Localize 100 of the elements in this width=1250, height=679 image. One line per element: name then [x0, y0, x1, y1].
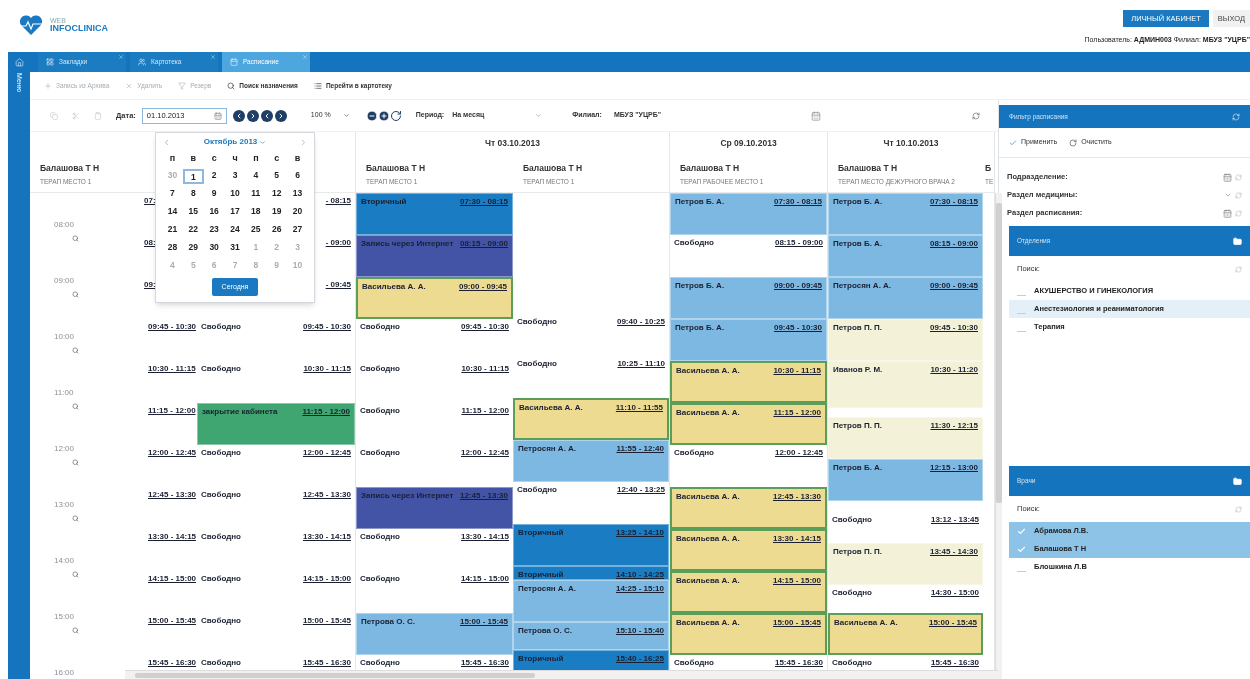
calendar-day[interactable]: 2	[203, 168, 225, 184]
calendar-day[interactable]: 13	[287, 186, 308, 202]
slot-time[interactable]: 09:45 - 10:30	[460, 322, 509, 332]
slot-time[interactable]: 07:30 - 08:15	[773, 197, 822, 207]
slot-time[interactable]: 08:15 - 09:00	[774, 238, 823, 248]
calendar-day[interactable]: 17	[224, 204, 246, 220]
slot-time[interactable]: 07:30 - 08:15	[459, 197, 508, 207]
appointment-block[interactable]: Васильева А. А. 13:30 - 14:15	[670, 529, 827, 571]
checkbox[interactable]	[1017, 544, 1026, 554]
slot-time[interactable]: 09:45 - 10:30	[929, 323, 978, 333]
calendar-day[interactable]: 6	[287, 168, 308, 184]
appointment-block[interactable]: Петров Б. А. 12:15 - 13:00	[828, 459, 983, 501]
slot-time[interactable]: 11:55 - 12:40	[616, 444, 664, 455]
slot-time[interactable]: 15:45 - 16:30	[930, 657, 979, 668]
appointment-block[interactable]: Васильева А. А. 10:30 - 11:15	[670, 361, 827, 403]
appointment-block[interactable]: Васильева А. А. 12:45 - 13:30	[670, 487, 827, 529]
slot-time[interactable]: 14:15 - 15:00	[460, 574, 509, 584]
slot-time[interactable]: 13:25 - 14:10	[615, 528, 664, 539]
slot-time[interactable]: 13:12 - 13:45	[930, 515, 979, 526]
slot-time[interactable]: 09:00 - 09:45	[773, 281, 822, 291]
calendar-day[interactable]: 30	[203, 240, 225, 256]
slot-time[interactable]: 11:10 - 11:55	[615, 403, 663, 414]
slot-time[interactable]: 11:15 - 12:00	[302, 407, 350, 417]
calendar-day[interactable]: 10	[224, 186, 246, 202]
slot-time[interactable]: 14:15 - 15:00	[148, 574, 197, 584]
slot-time[interactable]: - 08:15	[325, 196, 351, 235]
slot-time[interactable]: 10:30 - 11:15	[773, 366, 821, 376]
calendar-day[interactable]: 28	[162, 240, 183, 256]
calendar-day[interactable]: 26	[266, 222, 288, 238]
calendar-day[interactable]: 21	[162, 222, 183, 238]
slot-time[interactable]: 15:40 - 16:25	[615, 654, 664, 665]
calendar-day[interactable]: 20	[287, 204, 308, 220]
slot-time[interactable]: 10:30 - 11:20	[930, 365, 978, 375]
calendar-day[interactable]: 3	[224, 168, 246, 184]
slot-time[interactable]: 09:00 - 09:45	[458, 282, 507, 292]
slot-time[interactable]: 10:30 - 11:15	[461, 364, 509, 374]
slot-time[interactable]: 12:45 - 13:30	[148, 490, 197, 500]
slot-time[interactable]: 10:25 - 11:10	[617, 359, 665, 370]
slot-time[interactable]: 12:15 - 13:00	[929, 463, 978, 473]
search-icon[interactable]	[72, 347, 79, 354]
slot-time[interactable]: 09:40 - 10:25	[616, 317, 665, 328]
slot-time[interactable]: 12:40 - 13:25	[616, 485, 665, 496]
calendar-day[interactable]: 14	[162, 204, 183, 220]
slot-time[interactable]: 12:00 - 12:45	[460, 448, 509, 458]
close-icon[interactable]	[118, 54, 124, 60]
calendar-day[interactable]: 19	[266, 204, 288, 220]
next-button[interactable]	[274, 109, 287, 122]
slot-time[interactable]: 13:45 - 14:30	[929, 546, 978, 557]
picker-icon[interactable]	[1223, 208, 1232, 218]
folder-icon[interactable]	[1233, 476, 1242, 486]
previous-button[interactable]	[260, 109, 273, 122]
search-icon[interactable]	[72, 235, 79, 242]
slot-time[interactable]: 07:	[144, 196, 156, 235]
calendar-day[interactable]: 1	[182, 168, 204, 184]
caret-icon[interactable]	[1224, 191, 1232, 199]
slot-time[interactable]: 13:30 - 14:15	[772, 534, 821, 544]
horizontal-scrollbar[interactable]	[125, 670, 998, 679]
calendar-day[interactable]: 15	[182, 204, 204, 220]
slot-time[interactable]: 08:	[144, 238, 156, 277]
slot-time[interactable]: 11:15 - 12:00	[148, 406, 196, 416]
search-icon[interactable]	[72, 459, 79, 466]
calendar-day[interactable]: 29	[182, 240, 204, 256]
slot-time[interactable]: 07:30 - 08:15	[929, 197, 978, 207]
calendar-day[interactable]: 25	[245, 222, 267, 238]
slot-time[interactable]: 12:45 - 13:30	[772, 492, 821, 502]
calendar-day[interactable]: 22	[182, 222, 204, 238]
slot-time[interactable]: 15:00 - 15:45	[772, 618, 821, 628]
search-icon[interactable]	[72, 627, 79, 634]
reset-icon[interactable]	[1235, 173, 1242, 181]
cut-icon[interactable]	[72, 111, 80, 120]
reset-icon[interactable]	[1235, 505, 1242, 513]
appointment-block[interactable]: Петросян А. А. 09:00 - 09:45	[828, 277, 983, 319]
zoom-in-icon[interactable]	[377, 109, 390, 122]
slot-time[interactable]: 10:30 - 11:15	[148, 364, 196, 374]
calendar-day[interactable]: 31	[224, 240, 246, 256]
checkbox[interactable]	[1017, 526, 1026, 536]
calendar-day[interactable]: 4	[245, 168, 267, 184]
slot-time[interactable]: 09:45 - 10:30	[773, 323, 822, 333]
slot-time[interactable]: 11:15 - 12:00	[461, 406, 509, 416]
next-month-icon[interactable]	[299, 137, 308, 147]
appointment-block[interactable]: Васильева А. А. 15:00 - 15:45	[670, 613, 827, 655]
appointment-block[interactable]: Петров Б. А. 07:30 - 08:15	[670, 193, 827, 235]
appointment-block[interactable]: Петров П. П. 13:45 - 14:30	[828, 542, 983, 585]
appointment-block[interactable]: Петров Б. А. 09:45 - 10:30	[670, 319, 827, 361]
appointment-block[interactable]: Петров П. П. 09:45 - 10:30	[828, 319, 983, 361]
slot-time[interactable]: 15:00 - 15:45	[302, 616, 351, 626]
vertical-scrollbar[interactable]	[995, 193, 1002, 679]
slot-time[interactable]: 14:15 - 15:00	[772, 576, 821, 586]
next-button[interactable]	[246, 109, 259, 122]
close-icon[interactable]	[210, 54, 216, 60]
slot-time[interactable]: - 09:00	[325, 238, 351, 277]
reset-icon[interactable]	[1235, 265, 1242, 273]
appointment-block[interactable]: Вторичный 14:10 - 14:25	[513, 566, 669, 581]
appointment-block[interactable]: Васильева А. А. 15:00 - 15:45	[828, 612, 983, 655]
slot-time[interactable]: 10:30 - 11:15	[303, 364, 351, 374]
slot-time[interactable]: 09:45 - 10:30	[148, 322, 197, 332]
appointment-block[interactable]: Васильева А. А. 09:00 - 09:45	[356, 277, 513, 319]
calendar-day[interactable]: 9	[203, 186, 225, 202]
slot-time[interactable]: 14:25 - 15:10	[615, 584, 664, 595]
calendar-day[interactable]: 11	[245, 186, 267, 202]
